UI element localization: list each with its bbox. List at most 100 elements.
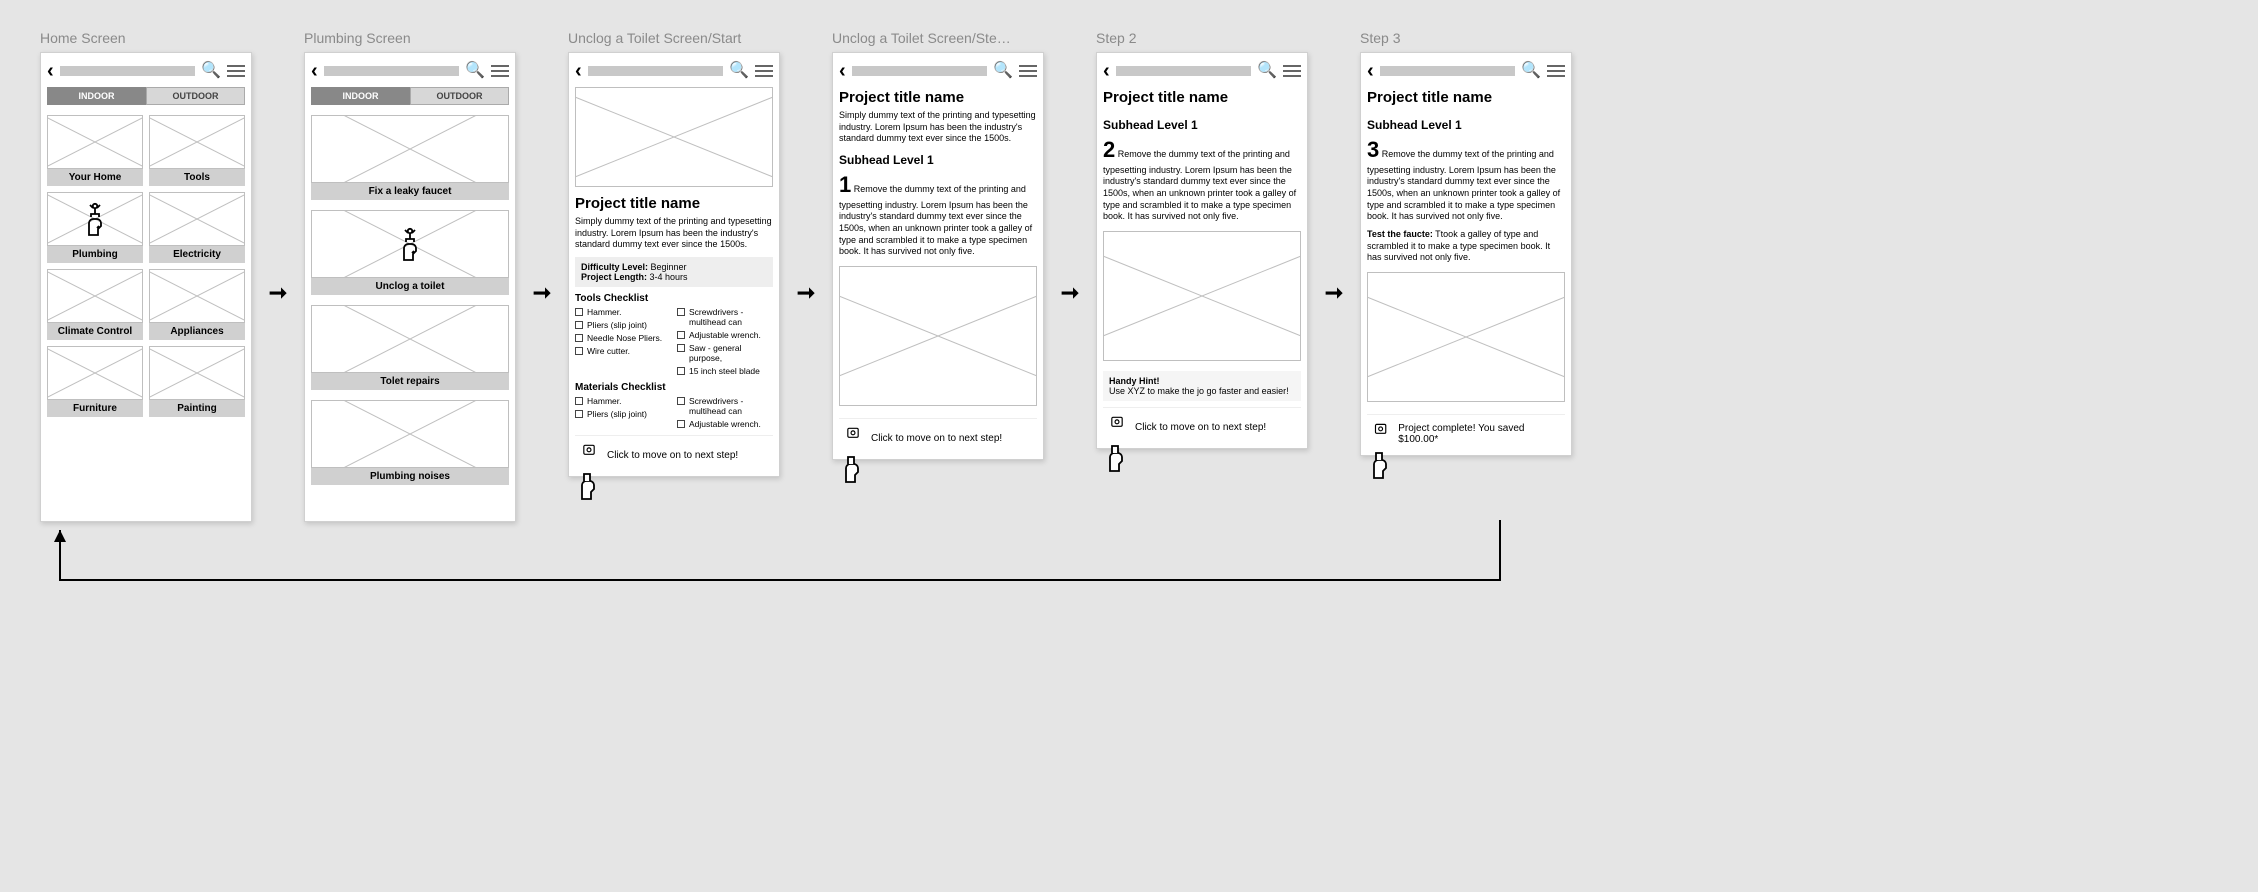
subhead: Subhead Level 1 xyxy=(1103,118,1301,132)
search-icon[interactable]: 🔍 xyxy=(1257,63,1277,79)
list-item[interactable]: Unclog a toilet xyxy=(311,210,509,295)
complete-button[interactable]: Project complete! You saved $100.00* xyxy=(1367,414,1565,445)
checkbox[interactable] xyxy=(677,367,685,375)
back-icon[interactable]: ‹ xyxy=(1367,61,1374,81)
back-icon[interactable]: ‹ xyxy=(47,61,54,81)
screen-label: Unclog a Toilet Screen/Ste… xyxy=(832,30,1044,46)
search-input[interactable] xyxy=(588,66,723,76)
menu-icon[interactable] xyxy=(491,65,509,77)
flow-arrow: ➞ xyxy=(1322,30,1346,306)
tile-painting[interactable]: Painting xyxy=(149,346,245,417)
topbar: ‹ 🔍 xyxy=(47,59,245,87)
step-image xyxy=(839,266,1037,406)
tab-outdoor[interactable]: OUTDOOR xyxy=(146,87,245,105)
tabs: INDOOR OUTDOOR xyxy=(47,87,245,105)
flow-arrow: ➞ xyxy=(530,30,554,306)
checkbox[interactable] xyxy=(677,397,685,405)
tile-climate[interactable]: Climate Control xyxy=(47,269,143,340)
checkbox[interactable] xyxy=(677,344,685,352)
back-icon[interactable]: ‹ xyxy=(1103,61,1110,81)
tab-outdoor[interactable]: OUTDOOR xyxy=(410,87,509,105)
screen-label: Home Screen xyxy=(40,30,252,46)
tap-icon xyxy=(843,427,863,449)
project-title: Project title name xyxy=(1367,89,1565,106)
checkbox[interactable] xyxy=(575,308,583,316)
search-input[interactable] xyxy=(1116,66,1251,76)
checkbox[interactable] xyxy=(575,347,583,355)
topbar: ‹ 🔍 xyxy=(311,59,509,87)
search-input[interactable] xyxy=(852,66,987,76)
handy-hint: Handy Hint! Use XYZ to make the jo go fa… xyxy=(1103,371,1301,401)
tile-electricity[interactable]: Electricity xyxy=(149,192,245,263)
menu-icon[interactable] xyxy=(1019,65,1037,77)
step-number: 3 xyxy=(1367,137,1379,162)
screen-step2: Step 2 ‹ 🔍 Project title name Subhead Le… xyxy=(1096,30,1308,449)
topbar: ‹ 🔍 xyxy=(1103,59,1301,87)
checkbox[interactable] xyxy=(677,420,685,428)
list-item[interactable]: Plumbing noises xyxy=(311,400,509,485)
search-input[interactable] xyxy=(60,66,195,76)
screen-step3: Step 3 ‹ 🔍 Project title name Subhead Le… xyxy=(1360,30,1572,456)
step-image xyxy=(1367,272,1565,402)
search-icon[interactable]: 🔍 xyxy=(465,63,485,79)
checkbox[interactable] xyxy=(575,334,583,342)
back-icon[interactable]: ‹ xyxy=(575,61,582,81)
menu-icon[interactable] xyxy=(1547,65,1565,77)
menu-icon[interactable] xyxy=(755,65,773,77)
tab-indoor[interactable]: INDOOR xyxy=(47,87,146,105)
step-number: 2 xyxy=(1103,137,1115,162)
tap-icon xyxy=(395,227,425,261)
search-icon[interactable]: 🔍 xyxy=(729,63,749,79)
checkbox[interactable] xyxy=(677,308,685,316)
checkbox[interactable] xyxy=(575,321,583,329)
category-grid: Your Home Tools Plumbing Electricity Cli… xyxy=(47,115,245,417)
menu-icon[interactable] xyxy=(227,65,245,77)
tile-plumbing[interactable]: Plumbing xyxy=(47,192,143,263)
checkbox[interactable] xyxy=(677,331,685,339)
pointer-icon xyxy=(1364,444,1394,480)
step-body: 1 Remove the dummy text of the printing … xyxy=(839,171,1037,258)
wireframe-flow: Home Screen ‹ 🔍 INDOOR OUTDOOR Your Home… xyxy=(40,30,2218,522)
project-title: Project title name xyxy=(575,195,773,212)
pointer-icon xyxy=(572,465,602,501)
loopback-arrow xyxy=(40,520,1520,620)
search-icon[interactable]: 🔍 xyxy=(993,63,1013,79)
project-title: Project title name xyxy=(839,89,1037,106)
step-image xyxy=(1103,231,1301,361)
next-step-button[interactable]: Click to move on to next step! xyxy=(575,435,773,466)
topbar: ‹ 🔍 xyxy=(1367,59,1565,87)
next-step-button[interactable]: Click to move on to next step! xyxy=(839,418,1037,449)
search-icon[interactable]: 🔍 xyxy=(1521,63,1541,79)
tab-indoor[interactable]: INDOOR xyxy=(311,87,410,105)
screen-label: Step 3 xyxy=(1360,30,1572,46)
menu-icon[interactable] xyxy=(1283,65,1301,77)
tile-tools[interactable]: Tools xyxy=(149,115,245,186)
checkbox[interactable] xyxy=(575,410,583,418)
search-input[interactable] xyxy=(1380,66,1515,76)
step-body: 3 Remove the dummy text of the printing … xyxy=(1367,136,1565,223)
tap-icon xyxy=(80,202,110,236)
search-input[interactable] xyxy=(324,66,459,76)
project-list: Fix a leaky faucet Unclog a toilet Tolet… xyxy=(311,115,509,485)
tap-icon xyxy=(579,444,599,466)
materials-heading: Materials Checklist xyxy=(575,382,773,393)
subhead: Subhead Level 1 xyxy=(839,153,1037,167)
topbar: ‹ 🔍 xyxy=(839,59,1037,87)
back-icon[interactable]: ‹ xyxy=(839,61,846,81)
list-item[interactable]: Tolet repairs xyxy=(311,305,509,390)
tile-appliances[interactable]: Appliances xyxy=(149,269,245,340)
search-icon[interactable]: 🔍 xyxy=(201,63,221,79)
next-step-button[interactable]: Click to move on to next step! xyxy=(1103,407,1301,438)
materials-checklist: Hammer. Pliers (slip joint) Screwdrivers… xyxy=(575,396,773,429)
tools-checklist: Hammer. Pliers (slip joint) Needle Nose … xyxy=(575,307,773,376)
topbar: ‹ 🔍 xyxy=(575,59,773,87)
screen-label: Step 2 xyxy=(1096,30,1308,46)
back-icon[interactable]: ‹ xyxy=(311,61,318,81)
tile-your-home[interactable]: Your Home xyxy=(47,115,143,186)
step-body: 2 Remove the dummy text of the printing … xyxy=(1103,136,1301,223)
list-item[interactable]: Fix a leaky faucet xyxy=(311,115,509,200)
screen-label: Unclog a Toilet Screen/Start xyxy=(568,30,780,46)
tile-furniture[interactable]: Furniture xyxy=(47,346,143,417)
screen-start: Unclog a Toilet Screen/Start ‹ 🔍 Project… xyxy=(568,30,780,477)
checkbox[interactable] xyxy=(575,397,583,405)
